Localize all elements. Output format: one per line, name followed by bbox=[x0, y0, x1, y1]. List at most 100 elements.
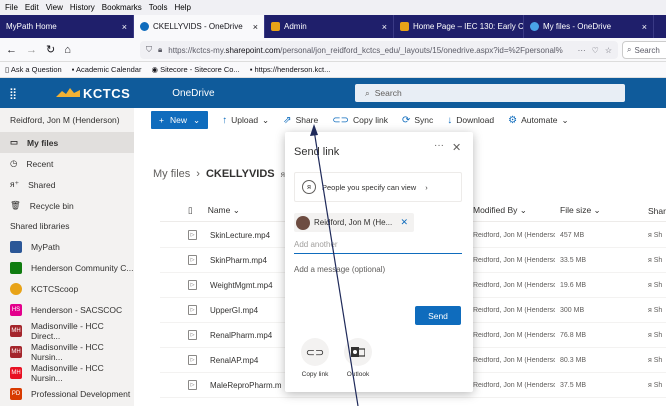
browser-tab[interactable]: Admin × bbox=[265, 15, 394, 38]
library-label: MyPath bbox=[31, 241, 60, 252]
menu-bookmarks[interactable]: Bookmarks bbox=[102, 3, 142, 12]
pocket-icon[interactable]: ♡ bbox=[592, 46, 599, 55]
menu-edit[interactable]: Edit bbox=[25, 3, 39, 12]
recipient-chip[interactable]: Reidford, Jon M (He... ✕ bbox=[294, 213, 414, 232]
upload-button[interactable]: ↑ Upload ⌄ bbox=[222, 115, 269, 126]
file-name[interactable]: SkinPharm.mp4 bbox=[210, 256, 282, 265]
browser-tab[interactable]: My files - OneDrive × bbox=[524, 15, 654, 38]
mypath-icon bbox=[10, 240, 22, 253]
outlook-option[interactable]: Outlook bbox=[341, 338, 375, 378]
browser-tab[interactable]: MyPath Home × bbox=[0, 15, 134, 38]
browser-search-input[interactable]: ⌕ Search bbox=[622, 41, 666, 59]
url-bar[interactable]: ⛉ 🔒︎ https://kctcs-my.sharepoint.com/per… bbox=[140, 41, 618, 59]
library-item[interactable]: PD Professional Development bbox=[0, 383, 134, 404]
close-icon[interactable]: ✕ bbox=[452, 141, 461, 154]
menu-file[interactable]: File bbox=[5, 3, 18, 12]
library-item[interactable]: HS Henderson - SACSCOC bbox=[0, 299, 134, 320]
copy-link-option[interactable]: ⊂⊃ Copy link bbox=[298, 338, 332, 378]
library-label: Madisonville - HCC Nursin... bbox=[31, 362, 104, 383]
send-link-dialog: Send link ··· ✕ ᴙ People you specify can… bbox=[285, 132, 473, 392]
close-icon[interactable]: × bbox=[122, 22, 127, 32]
site-icon: HS bbox=[10, 303, 22, 316]
app-launcher-icon[interactable]: ⣿ bbox=[0, 87, 26, 100]
shield-icon: ⛉ bbox=[146, 45, 152, 54]
add-recipient-input[interactable]: Add another bbox=[294, 238, 462, 254]
file-name[interactable]: RenalPharm.mp4 bbox=[210, 331, 282, 340]
column-name[interactable]: Name ⌄ bbox=[208, 205, 240, 216]
file-type-header-icon: ▯ bbox=[188, 205, 193, 215]
bookmark-item[interactable]: ▯ Ask a Question bbox=[5, 65, 62, 74]
message-input[interactable]: Add a message (optional) bbox=[294, 265, 385, 274]
nav-recycle-bin[interactable]: 🗑︎ Recycle bin bbox=[0, 195, 134, 216]
more-options-icon[interactable]: ··· bbox=[434, 140, 444, 151]
library-item[interactable]: Henderson Community C... bbox=[0, 257, 134, 278]
tab-title: Home Page – IEC 130: Early Chi bbox=[413, 22, 524, 31]
people-icon: ᴙ bbox=[302, 180, 316, 194]
sync-button[interactable]: ⟳ Sync bbox=[402, 115, 433, 126]
file-size: 19.6 MB bbox=[560, 281, 587, 289]
file-name[interactable]: RenalAP.mp4 bbox=[210, 356, 282, 365]
copy-link-button[interactable]: ⊂⊃ Copy link bbox=[332, 115, 388, 126]
back-icon[interactable]: ← bbox=[6, 44, 17, 56]
sharing-status: ᴙ Sh bbox=[648, 306, 663, 314]
file-name[interactable]: MaleReproPharm.mp bbox=[210, 381, 282, 390]
nav-recent[interactable]: ◷ Recent bbox=[0, 153, 134, 174]
file-name[interactable]: WeightMgmt.mp4 bbox=[210, 281, 282, 290]
nav-my-files[interactable]: ▭ My files bbox=[0, 132, 134, 153]
command-bar: + New ⌄ ↑ Upload ⌄ ⇗ Share ⊂⊃ Copy link ⟳ Sync … bbox=[134, 108, 666, 132]
browser-tab-active[interactable]: CKELLYVIDS - OneDrive × bbox=[134, 15, 265, 38]
share-button[interactable]: ⇗ Share bbox=[283, 115, 318, 126]
nav-label: Recycle bin bbox=[29, 200, 74, 211]
file-name[interactable]: UpperGI.mp4 bbox=[210, 306, 282, 315]
close-icon[interactable]: × bbox=[382, 22, 387, 32]
download-button[interactable]: ↓ Download bbox=[447, 115, 494, 126]
file-name[interactable]: SkinLecture.mp4 bbox=[210, 231, 282, 240]
kctcs-logo[interactable]: KCTCS bbox=[56, 86, 130, 101]
modified-by: Reidford, Jon M (Henderso bbox=[473, 356, 555, 364]
onedrive-search-input[interactable]: ⌕ Search bbox=[355, 84, 625, 102]
breadcrumb-current: CKELLYVIDS bbox=[205, 168, 275, 180]
chevron-right-icon: › bbox=[425, 182, 428, 192]
browser-tabbar: MyPath Home × CKELLYVIDS - OneDrive × Ad… bbox=[0, 15, 666, 38]
browser-tab[interactable]: Home Page – IEC 130: Early Chi × bbox=[394, 15, 524, 38]
library-item[interactable]: MH Madisonville - HCC Direct... bbox=[0, 320, 134, 341]
remove-recipient-icon[interactable]: ✕ bbox=[400, 217, 408, 228]
home-icon[interactable]: ⌂ bbox=[64, 44, 71, 56]
column-modified-by[interactable]: Modified By ⌄ bbox=[473, 205, 527, 216]
library-item[interactable]: MH Madisonville - HCC Nursin... bbox=[0, 362, 134, 383]
link-permission-button[interactable]: ᴙ People you specify can view › bbox=[294, 172, 462, 202]
bookmark-item[interactable]: ▪ https://henderson.kct... bbox=[250, 65, 331, 74]
site-icon bbox=[10, 282, 22, 295]
sharing-status: ᴙ Sh bbox=[648, 281, 663, 289]
menu-history[interactable]: History bbox=[70, 3, 95, 12]
app-name[interactable]: OneDrive bbox=[172, 88, 214, 99]
breadcrumb-my-files[interactable]: My files bbox=[153, 168, 190, 180]
menu-view[interactable]: View bbox=[46, 3, 63, 12]
close-icon[interactable]: × bbox=[642, 22, 647, 32]
reload-icon[interactable]: ↻ bbox=[46, 43, 55, 56]
column-file-size[interactable]: File size ⌄ bbox=[560, 205, 601, 216]
library-item[interactable]: KCTCScoop bbox=[0, 278, 134, 299]
library-label: Henderson - SACSCOC bbox=[31, 304, 123, 315]
outlook-icon bbox=[344, 338, 372, 366]
menu-tools[interactable]: Tools bbox=[149, 3, 168, 12]
modified-by: Reidford, Jon M (Henderso bbox=[473, 281, 555, 289]
sharing-status: ᴙ Sh bbox=[648, 231, 663, 239]
automate-button[interactable]: ⚙ Automate ⌄ bbox=[508, 115, 568, 126]
column-sharing[interactable]: Shar bbox=[648, 206, 666, 216]
menu-help[interactable]: Help bbox=[174, 3, 190, 12]
bookmark-star-icon[interactable]: ☆ bbox=[605, 46, 612, 55]
close-icon[interactable]: × bbox=[253, 22, 258, 32]
forward-icon[interactable]: → bbox=[26, 44, 37, 56]
library-item[interactable]: MyPath bbox=[0, 236, 134, 257]
library-item[interactable]: MH Madisonville - HCC Nursin... bbox=[0, 341, 134, 362]
recipient-name: Reidford, Jon M (He... bbox=[314, 218, 393, 227]
send-button[interactable]: Send bbox=[415, 306, 461, 325]
bookmark-item[interactable]: ◉ Sitecore - Sitecore Co... bbox=[151, 65, 239, 74]
new-button[interactable]: + New ⌄ bbox=[151, 111, 209, 129]
nav-shared[interactable]: ᴙ⁺ Shared bbox=[0, 174, 134, 195]
file-size: 80.3 MB bbox=[560, 356, 587, 364]
onedrive-icon bbox=[140, 22, 149, 31]
more-icon[interactable]: ··· bbox=[578, 46, 586, 55]
bookmark-item[interactable]: ▪ Academic Calendar bbox=[72, 65, 142, 74]
